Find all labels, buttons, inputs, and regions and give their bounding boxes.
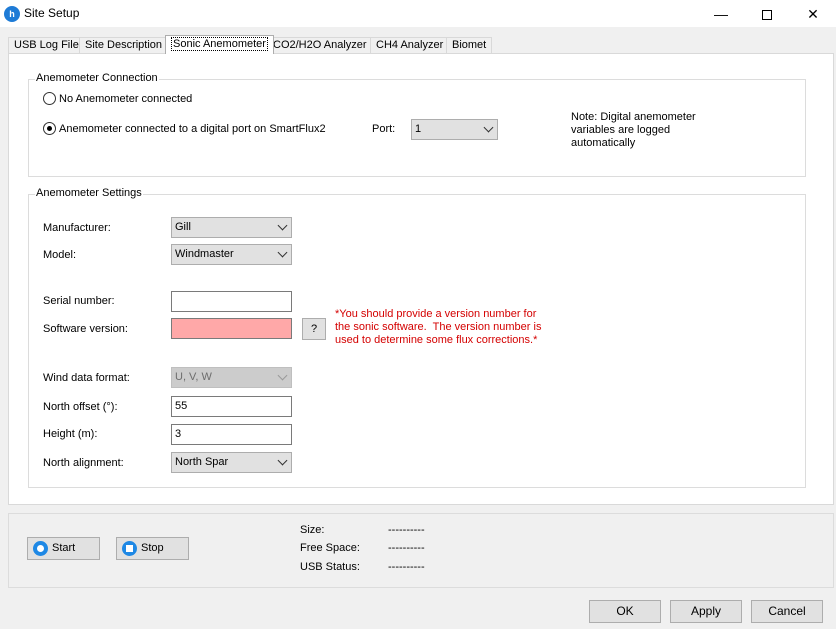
usb-status-panel: Start Stop Size: ---------- Free Space: … — [8, 513, 834, 588]
serial-number-input[interactable] — [171, 291, 292, 312]
minimize-button[interactable]: — — [698, 0, 744, 28]
stop-label: Stop — [141, 542, 164, 554]
north-alignment-value: North Spar — [175, 456, 229, 468]
software-help-button[interactable]: ? — [302, 318, 326, 340]
anemometer-settings-group: Anemometer Settings Manufacturer: Gill M… — [28, 187, 806, 488]
chevron-down-icon — [277, 220, 288, 231]
height-input[interactable]: 3 — [171, 424, 292, 445]
port-label: Port: — [372, 123, 396, 135]
window-title: Site Setup — [24, 6, 80, 20]
port-select[interactable]: 1 — [411, 119, 498, 140]
stop-icon — [122, 541, 137, 556]
software-version-warning: *You should provide a version number for… — [335, 308, 542, 346]
software-version-input[interactable] — [171, 318, 292, 339]
software-version-label: Software version: — [43, 323, 128, 335]
port-value: 1 — [415, 123, 422, 135]
model-value: Windmaster — [175, 248, 234, 260]
manufacturer-value: Gill — [175, 221, 191, 233]
usb-status-label: USB Status: — [300, 561, 360, 573]
usb-status-value: ---------- — [388, 561, 425, 573]
title-bar: h Site Setup — ✕ — [0, 0, 836, 28]
manufacturer-label: Manufacturer: — [43, 222, 111, 234]
tab-label: Sonic Anemometer — [171, 37, 268, 51]
radio-label: Anemometer connected to a digital port o… — [59, 122, 326, 135]
tab-co2-h2o-analyzer[interactable]: CO2/H2O Analyzer — [267, 37, 373, 53]
tab-site-description[interactable]: Site Description — [79, 37, 169, 53]
model-select[interactable]: Windmaster — [171, 244, 292, 265]
digital-note: Note: Digital anemometer variables are l… — [571, 111, 696, 149]
maximize-button[interactable] — [744, 0, 790, 28]
tab-biomet[interactable]: Biomet — [446, 37, 493, 53]
serial-number-label: Serial number: — [43, 295, 115, 307]
manufacturer-select[interactable]: Gill — [171, 217, 292, 238]
north-alignment-label: North alignment: — [43, 457, 124, 469]
size-value: ---------- — [388, 524, 425, 536]
radio-icon[interactable] — [43, 92, 56, 105]
radio-digital-port[interactable]: Anemometer connected to a digital port o… — [43, 122, 326, 135]
close-button[interactable]: ✕ — [790, 0, 836, 28]
sonic-anemometer-panel: Anemometer Connection No Anemometer conn… — [8, 53, 834, 505]
north-offset-input[interactable]: 55 — [171, 396, 292, 417]
free-space-value: ---------- — [388, 542, 425, 554]
chevron-down-icon — [277, 370, 288, 381]
maximize-icon — [762, 10, 772, 21]
ok-button[interactable]: OK — [589, 600, 661, 623]
chevron-down-icon — [277, 455, 288, 466]
start-label: Start — [52, 542, 76, 554]
tab-ch4-analyzer[interactable]: CH4 Analyzer — [370, 37, 450, 53]
size-label: Size: — [300, 524, 325, 536]
record-icon — [33, 541, 48, 556]
chevron-down-icon — [483, 122, 494, 133]
group-label: Anemometer Connection — [35, 72, 159, 84]
north-alignment-select[interactable]: North Spar — [171, 452, 292, 473]
radio-label: No Anemometer connected — [59, 92, 193, 105]
stop-button[interactable]: Stop — [116, 537, 189, 560]
app-logo-icon: h — [4, 6, 20, 22]
anemometer-connection-group: Anemometer Connection No Anemometer conn… — [28, 72, 806, 177]
start-button[interactable]: Start — [27, 537, 100, 560]
height-label: Height (m): — [43, 428, 98, 440]
radio-checked-icon[interactable] — [43, 122, 56, 135]
wind-data-format-label: Wind data format: — [43, 372, 130, 384]
free-space-label: Free Space: — [300, 542, 360, 554]
tab-usb-log-file[interactable]: USB Log File — [8, 37, 85, 53]
cancel-button[interactable]: Cancel — [751, 600, 823, 623]
north-offset-label: North offset (°): — [43, 401, 118, 413]
group-label: Anemometer Settings — [35, 187, 143, 199]
chevron-down-icon — [277, 247, 288, 258]
radio-no-anemometer[interactable]: No Anemometer connected — [43, 92, 192, 105]
wind-data-format-select: U, V, W — [171, 367, 292, 388]
tab-sonic-anemometer[interactable]: Sonic Anemometer — [165, 35, 274, 54]
apply-button[interactable]: Apply — [670, 600, 742, 623]
model-label: Model: — [43, 249, 77, 261]
wind-format-value: U, V, W — [175, 371, 212, 383]
